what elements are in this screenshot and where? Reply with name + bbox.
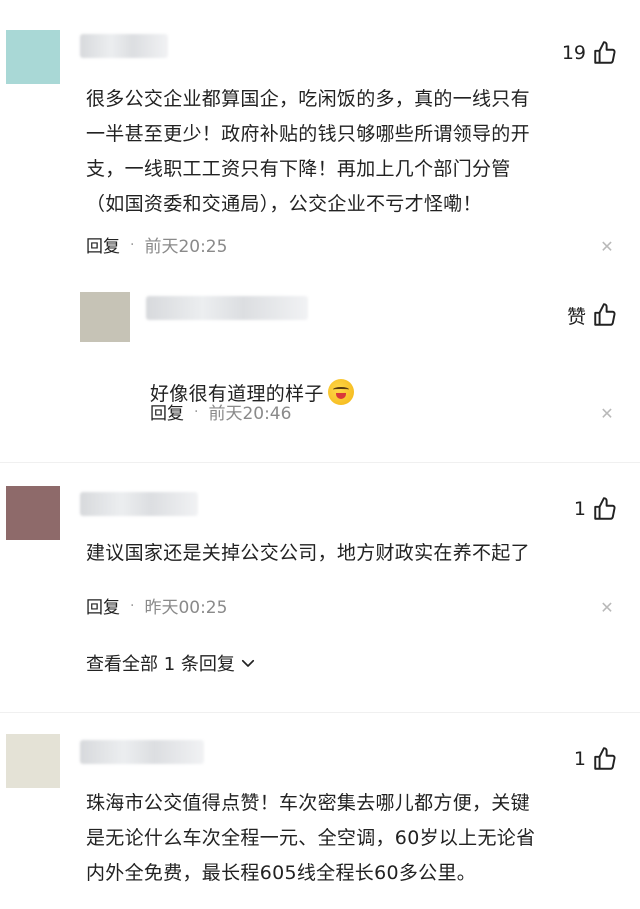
thumbs-up-icon — [594, 303, 616, 326]
reply-button[interactable]: 回复 — [150, 399, 184, 424]
thumbs-up-icon — [594, 747, 616, 770]
view-all-replies-label: 查看全部 1 条回复 — [86, 654, 235, 675]
close-icon[interactable]: ✕ — [600, 406, 614, 422]
divider — [0, 462, 640, 463]
view-all-replies-button[interactable]: 查看全部 1 条回复 — [86, 650, 257, 676]
reply-button[interactable]: 回复 — [86, 593, 120, 618]
timestamp: 前天20:25 — [144, 237, 228, 257]
like-button[interactable]: 1 — [520, 744, 618, 774]
username-blurred[interactable] — [80, 492, 198, 516]
reply-button[interactable]: 回复 — [86, 232, 120, 257]
close-icon[interactable]: ✕ — [600, 239, 614, 255]
timestamp: 前天20:46 — [208, 404, 292, 424]
separator-dot: · — [130, 597, 135, 614]
thumbs-up-icon — [594, 497, 616, 520]
avatar[interactable] — [6, 30, 60, 84]
like-button[interactable]: 赞 — [520, 300, 618, 330]
divider — [0, 712, 640, 713]
avatar[interactable] — [80, 292, 130, 342]
like-button[interactable]: 1 — [520, 494, 618, 524]
like-button[interactable]: 19 — [520, 38, 618, 68]
username-blurred[interactable] — [80, 34, 168, 58]
avatar[interactable] — [6, 486, 60, 540]
like-count: 1 — [573, 498, 586, 520]
separator-dot: · — [194, 403, 199, 420]
thumbs-up-icon — [594, 41, 616, 64]
reply-meta: 回复 · 前天20:46 — [150, 399, 292, 425]
close-icon[interactable]: ✕ — [600, 600, 614, 616]
comment-text: 建议国家还是关掉公交公司，地方财政实在养不起了 — [86, 542, 530, 564]
like-count: 1 — [573, 748, 586, 770]
timestamp: 昨天00:25 — [144, 598, 228, 618]
comment-text: 珠海市公交值得点赞！车次密集去哪儿都方便，关键 是无论什么车次全程一元、全空调，… — [86, 792, 536, 884]
comment-meta: 回复 · 前天20:25 — [86, 232, 228, 258]
comment-meta: 回复 · 昨天00:25 — [86, 593, 228, 619]
chevron-down-icon — [241, 659, 254, 667]
like-count: 19 — [561, 42, 586, 64]
separator-dot: · — [130, 236, 135, 253]
laughing-emoji-icon — [327, 379, 354, 405]
username-blurred[interactable] — [146, 296, 308, 320]
like-label: 赞 — [566, 305, 586, 328]
username-blurred[interactable] — [80, 740, 204, 764]
comment-text: 很多公交企业都算国企，吃闲饭的多，真的一线只有 一半甚至更少！政府补贴的钱只够哪… — [86, 88, 530, 215]
avatar[interactable] — [6, 734, 60, 788]
